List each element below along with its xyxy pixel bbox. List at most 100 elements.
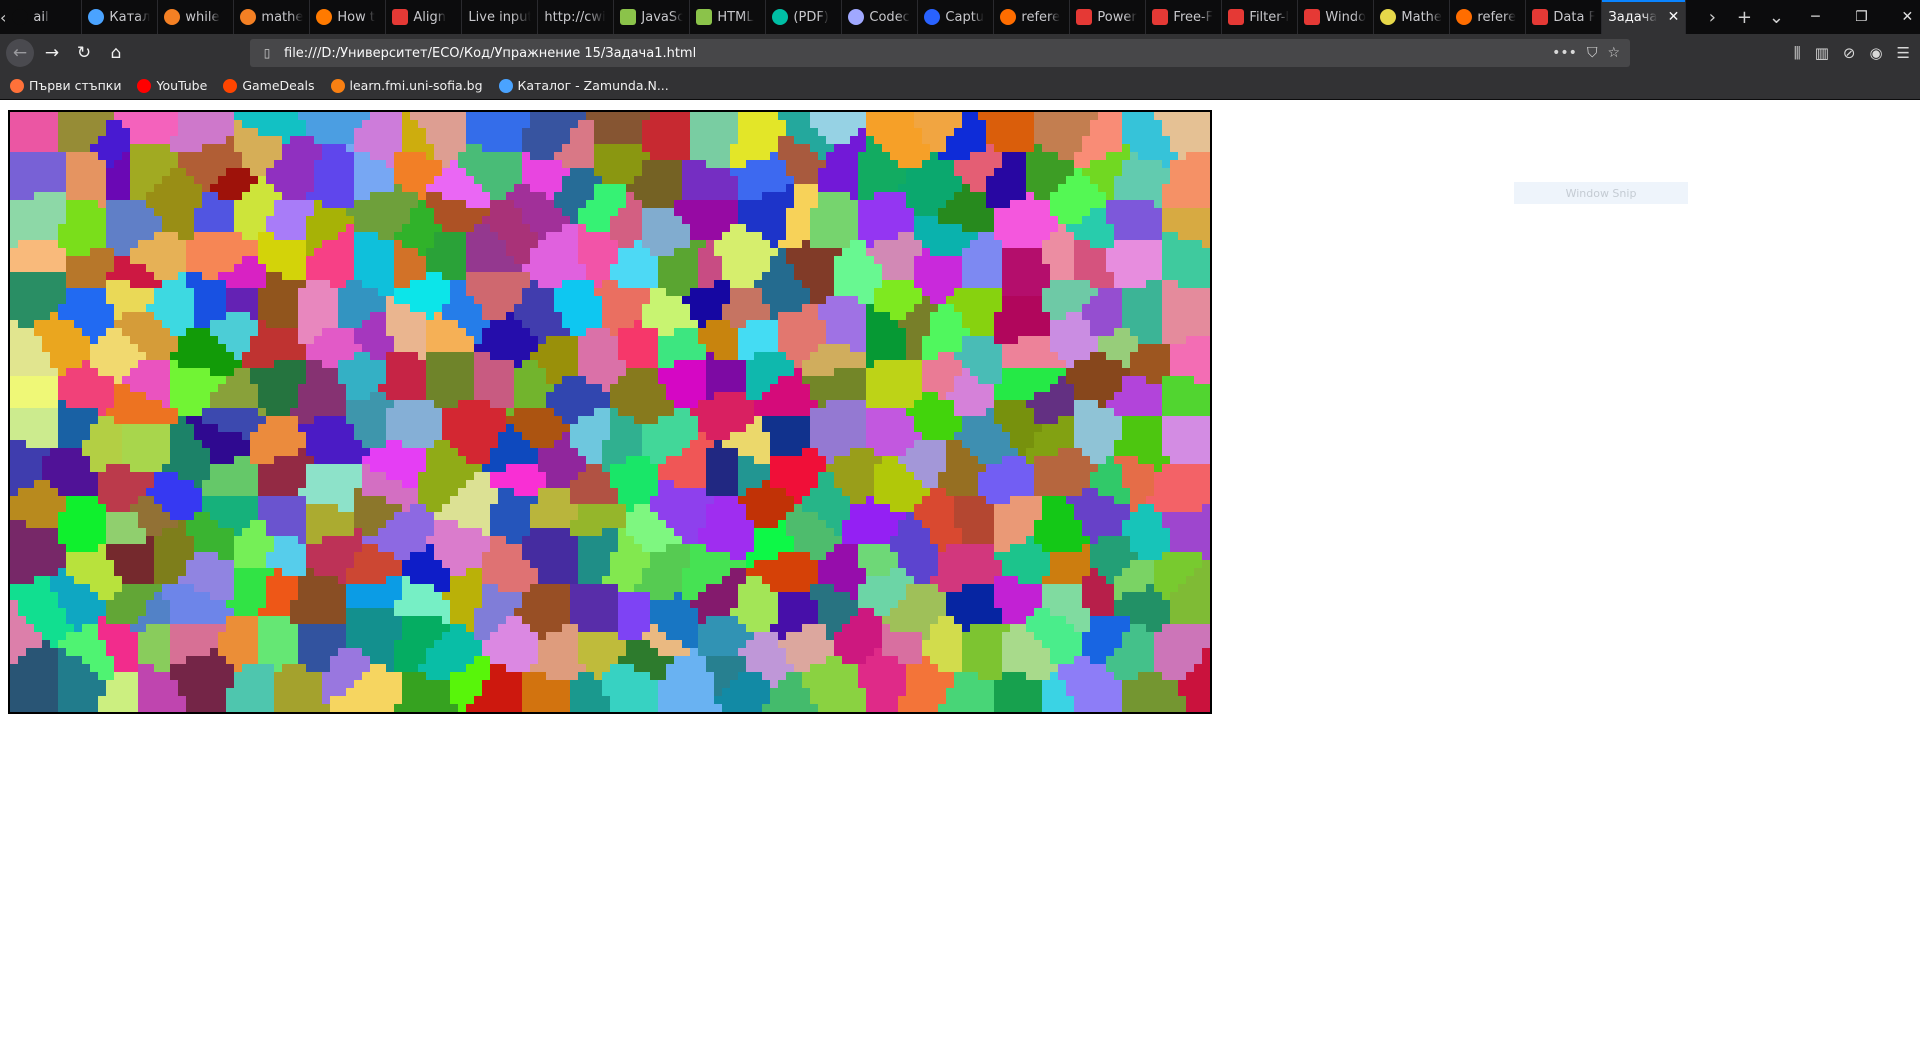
page-actions-icon[interactable]: ••• (1552, 45, 1577, 61)
tab[interactable]: Mathe (1374, 0, 1451, 34)
mosaic-cell-strip (426, 448, 458, 456)
mosaic-cell-strip (82, 360, 90, 368)
mosaic-cell-strip (178, 336, 218, 344)
home-button[interactable]: ⌂ (102, 39, 130, 67)
mosaic-cell-strip (10, 672, 58, 680)
voronoi-canvas[interactable] (8, 110, 1212, 714)
mosaic-cell-strip (482, 312, 506, 320)
library-icon[interactable]: ⫼ (1794, 44, 1801, 62)
mosaic-cell-strip (434, 440, 450, 448)
tab[interactable]: Align (386, 0, 463, 34)
tab[interactable]: Captu (918, 0, 995, 34)
mosaic-cell-strip (898, 456, 946, 464)
mosaic-cell-strip (546, 480, 570, 488)
tab[interactable]: Codec (842, 0, 919, 34)
bookmark-item[interactable]: Първи стъпки (4, 78, 127, 93)
tab[interactable]: Live input (462, 0, 539, 34)
mosaic-cell-strip (570, 528, 602, 536)
close-window-button[interactable]: ✕ (1884, 0, 1920, 34)
mosaic-cell-strip (858, 192, 874, 200)
mosaic-cell-strip (898, 560, 938, 568)
tab[interactable]: refere (994, 0, 1071, 34)
bookmark-item[interactable]: GameDeals (217, 78, 320, 93)
tab[interactable]: How t (310, 0, 387, 34)
sidebar-icon[interactable]: ▥ (1815, 44, 1829, 62)
mosaic-cell-strip (394, 288, 450, 296)
mosaic-cell-strip (778, 152, 818, 160)
mosaic-cell-strip (1122, 320, 1162, 328)
mosaic-cell-strip (122, 576, 154, 584)
mosaic-cell-strip (298, 584, 346, 592)
forward-button[interactable]: → (38, 39, 66, 67)
restore-button[interactable]: ❐ (1838, 0, 1884, 34)
mosaic-cell-strip (642, 136, 690, 144)
mosaic-cell-strip (122, 120, 178, 128)
mosaic-cell-strip (298, 112, 370, 120)
mosaic-cell-strip (706, 376, 746, 384)
tab[interactable]: (PDF) (766, 0, 843, 34)
mosaic-cell-strip (1026, 152, 1058, 160)
mosaic-cell-strip (922, 368, 962, 376)
menu-icon[interactable]: ☰ (1897, 44, 1910, 62)
tab[interactable]: Windo (1298, 0, 1375, 34)
mosaic-cell-strip (58, 304, 114, 312)
mosaic-cell-strip (354, 192, 370, 200)
mosaic-cell-strip (866, 408, 906, 416)
mosaic-cell-strip (394, 272, 426, 280)
tab[interactable]: Free-F (1146, 0, 1223, 34)
mosaic-cell-strip (530, 352, 578, 360)
tab[interactable]: Power (1070, 0, 1147, 34)
mosaic-cell-strip (162, 176, 194, 184)
url-actions: ••• ⛉ ☆ (1552, 45, 1630, 61)
mosaic-cell-strip (1042, 240, 1074, 248)
bookmark-item[interactable]: Каталог - Zamunda.N... (493, 78, 675, 93)
tab[interactable]: while (158, 0, 235, 34)
mosaic-cell-strip (522, 592, 570, 600)
mosaic-cell-strip (538, 576, 578, 584)
mosaic-cell-strip (962, 648, 1002, 656)
mosaic-cell-strip (618, 592, 650, 600)
new-tab-button[interactable]: + (1728, 7, 1760, 28)
bookmark-star-icon[interactable]: ☆ (1607, 45, 1620, 61)
scroll-tabs-right-icon[interactable]: › (1696, 7, 1728, 28)
mosaic-cell-strip (738, 648, 786, 656)
mosaic-cell-strip (1114, 592, 1122, 600)
list-all-tabs-icon[interactable]: ⌄ (1760, 7, 1792, 28)
tab[interactable]: HTML (690, 0, 767, 34)
reload-button[interactable]: ↻ (70, 39, 98, 67)
mosaic-cell-strip (346, 592, 402, 600)
mosaic-cell-strip (498, 624, 530, 632)
close-tab-icon[interactable]: ✕ (1668, 9, 1680, 25)
mosaic-cell-strip (202, 192, 218, 200)
mosaic-cell-strip (818, 128, 858, 136)
tab[interactable]: Катал (82, 0, 159, 34)
mosaic-cell-strip (450, 440, 498, 448)
mosaic-cell-strip (186, 264, 234, 272)
bookmark-item[interactable]: learn.fmi.uni-sofia.bg (325, 78, 489, 93)
mosaic-cell-strip (754, 560, 818, 568)
tab[interactable]: ail (6, 0, 83, 34)
mosaic-cell-strip (178, 520, 186, 528)
url-text[interactable]: file:///D:/Университет/ECO/Код/Упражнени… (284, 46, 696, 61)
tab[interactable]: mathe (234, 0, 311, 34)
tab[interactable]: Filter-l (1222, 0, 1299, 34)
mosaic-cell-strip (810, 584, 834, 592)
mosaic-cell-strip (762, 272, 794, 280)
back-button[interactable]: ← (6, 39, 34, 67)
mosaic-cell-strip (450, 680, 482, 688)
tab[interactable]: Data F (1526, 0, 1603, 34)
mosaic-cell-strip (858, 664, 906, 672)
address-bar[interactable]: ▯ file:///D:/Университет/ECO/Код/Упражне… (250, 39, 1630, 67)
mosaic-cell-strip (386, 352, 418, 360)
tab[interactable]: refere (1450, 0, 1527, 34)
minimize-button[interactable]: ─ (1792, 0, 1838, 34)
extension-icon[interactable]: ⊘ (1843, 44, 1856, 62)
pocket-icon[interactable]: ⛉ (1587, 45, 1598, 61)
mosaic-cell-strip (490, 632, 538, 640)
tab-active[interactable]: Задача ✕ (1602, 0, 1687, 34)
tab[interactable]: http://cwi (538, 0, 615, 34)
mosaic-cell-strip (738, 184, 786, 192)
account-icon[interactable]: ◉ (1869, 44, 1882, 62)
bookmark-item[interactable]: YouTube (131, 78, 213, 93)
tab[interactable]: JavaSc (614, 0, 691, 34)
